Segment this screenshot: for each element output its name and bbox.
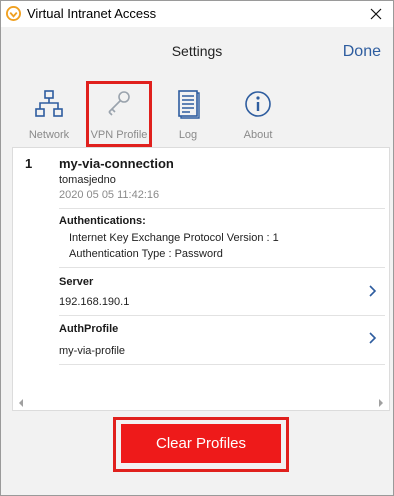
selected-tab-highlight [86,81,152,147]
close-icon [370,8,382,20]
tab-about-label: About [243,129,273,141]
profile-index: 1 [25,156,33,171]
auth-type: Authentication Type : Password [69,248,223,260]
window-title: Virtual Intranet Access [27,6,157,21]
scroll-left-icon[interactable] [16,398,26,408]
app-window: Virtual Intranet Access Settings Done Ne… [0,0,394,496]
info-icon [245,91,271,117]
divider [59,315,385,316]
tab-log[interactable]: Log [157,85,219,145]
profile-date: 2020 05 05 11:42:16 [59,189,160,201]
profile-user: tomasjedno [59,174,116,186]
chevron-right-icon[interactable] [367,331,377,345]
close-button[interactable] [359,1,393,27]
horizontal-scrollbar[interactable] [13,396,389,410]
tab-network-label: Network [28,129,70,141]
tab-network[interactable]: Network [18,85,80,145]
server-value: 192.168.190.1 [59,296,130,308]
profile-panel: 1 my-via-connection tomasjedno 2020 05 0… [12,147,390,411]
scroll-right-icon[interactable] [376,398,386,408]
title-bar: Virtual Intranet Access [1,1,393,27]
server-heading: Server [59,276,94,288]
log-icon [178,90,200,119]
authentications-heading: Authentications: [59,215,146,227]
profile-name: my-via-connection [59,156,174,171]
chevron-right-icon[interactable] [367,284,377,298]
done-button[interactable]: Done [343,43,381,61]
tab-log-label: Log [178,129,198,141]
divider [59,267,385,268]
auth-profile-value: my-via-profile [59,345,126,357]
clear-profiles-button[interactable]: Clear Profiles [121,424,281,463]
auth-profile-heading: AuthProfile [59,323,119,335]
auth-ike-version: Internet Key Exchange Protocol Version :… [69,232,279,244]
divider [59,208,385,209]
divider [59,364,385,365]
tab-about[interactable]: About [227,85,289,145]
network-icon [35,90,63,117]
app-logo-icon [6,6,21,21]
page-title: Settings [171,43,223,59]
